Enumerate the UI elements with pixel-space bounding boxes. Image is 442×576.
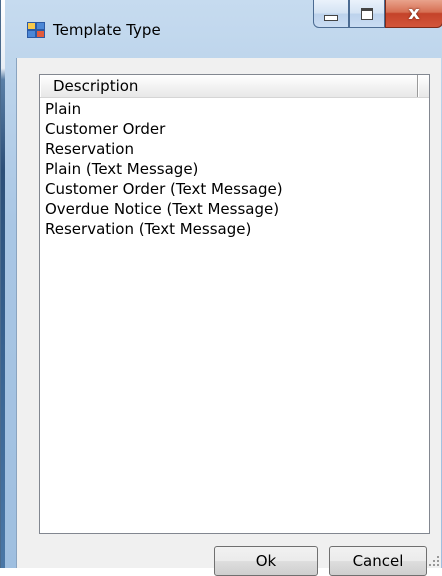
template-list[interactable]: Description Plain Customer Order Reserva… [39,74,430,534]
list-item[interactable]: Plain [45,99,283,119]
list-item[interactable]: Reservation (Text Message) [45,219,283,239]
minimize-button[interactable] [313,0,349,28]
window-app-icon [27,22,45,38]
close-button[interactable]: x [385,0,442,28]
maximize-icon [361,7,373,20]
column-header-description[interactable]: Description [40,75,418,97]
title-bar[interactable]: Template Type x [5,0,442,58]
maximize-button[interactable] [349,0,385,28]
resize-grip-icon[interactable] [427,554,439,566]
template-type-dialog: Template Type x Description Plain Custom… [0,0,442,576]
cancel-button[interactable]: Cancel [329,546,427,576]
close-icon: x [408,3,420,24]
list-header: Description [40,75,429,98]
minimize-icon [324,14,338,21]
dialog-client-area: Description Plain Customer Order Reserva… [16,58,441,576]
list-item[interactable]: Reservation [45,139,283,159]
window-title: Template Type [53,21,161,39]
list-item[interactable]: Customer Order (Text Message) [45,179,283,199]
list-item[interactable]: Customer Order [45,119,283,139]
list-item[interactable]: Plain (Text Message) [45,159,283,179]
list-item[interactable]: Overdue Notice (Text Message) [45,199,283,219]
column-header-filler [418,75,431,97]
ok-button[interactable]: Ok [214,546,318,576]
background-window-edge [1,0,5,568]
list-rows: Plain Customer Order Reservation Plain (… [45,99,283,239]
